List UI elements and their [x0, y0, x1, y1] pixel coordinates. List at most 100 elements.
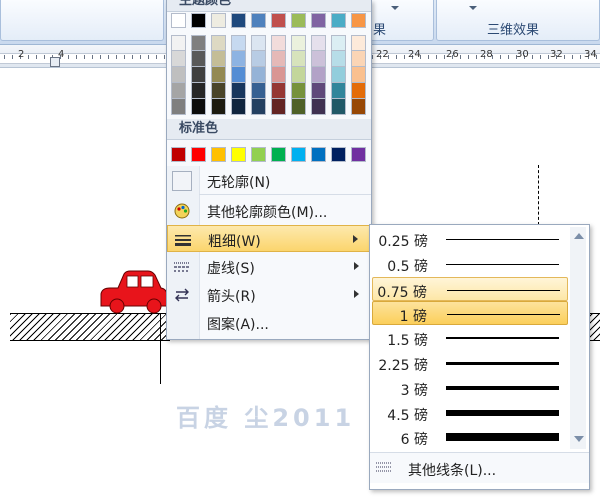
standard-colors-header: 标准色 — [167, 119, 371, 140]
ruler-label: 30 — [516, 49, 529, 60]
theme-shade-swatch[interactable] — [251, 51, 266, 67]
standard-color-swatch[interactable] — [251, 147, 266, 162]
theme-color-swatch[interactable] — [351, 13, 366, 28]
theme-shade-swatch[interactable] — [171, 83, 186, 99]
theme-shade-swatch[interactable] — [271, 67, 286, 83]
more-lines-item[interactable]: 其他线条(L)... — [370, 452, 589, 483]
theme-shade-swatch[interactable] — [291, 99, 306, 115]
weight-item[interactable]: 粗细(W) — [167, 225, 371, 252]
standard-color-swatch[interactable] — [331, 147, 346, 162]
theme-shade-swatch[interactable] — [271, 83, 286, 99]
theme-shade-swatch[interactable] — [251, 99, 266, 115]
weight-option[interactable]: 0.75 磅 — [372, 276, 568, 301]
theme-shade-swatch[interactable] — [331, 67, 346, 83]
theme-shade-swatch[interactable] — [271, 35, 286, 51]
theme-shade-swatch[interactable] — [331, 83, 346, 99]
theme-shade-swatch[interactable] — [251, 67, 266, 83]
standard-color-swatch[interactable] — [171, 147, 186, 162]
theme-shade-swatch[interactable] — [311, 99, 326, 115]
theme-shade-swatch[interactable] — [351, 67, 366, 83]
weight-option[interactable]: 0.5 磅 — [372, 252, 568, 276]
theme-shade-swatch[interactable] — [351, 51, 366, 67]
more-lines-label: 其他线条(L)... — [408, 463, 497, 479]
no-outline-item[interactable]: 无轮廓(N) — [167, 167, 371, 194]
weight-option[interactable]: 4.5 磅 — [372, 401, 568, 425]
theme-color-swatch[interactable] — [331, 13, 346, 28]
theme-shade-swatch[interactable] — [351, 99, 366, 115]
standard-color-swatch[interactable] — [211, 147, 226, 162]
standard-color-swatch[interactable] — [191, 147, 206, 162]
vertical-line-shape[interactable] — [160, 314, 161, 384]
theme-shade-swatch[interactable] — [351, 83, 366, 99]
theme-color-swatch[interactable] — [271, 13, 286, 28]
theme-shade-swatch[interactable] — [231, 99, 246, 115]
more-outline-colors-item[interactable]: 其他轮廓颜色(M)... — [167, 197, 371, 224]
theme-shade-swatch[interactable] — [311, 51, 326, 67]
theme-shade-swatch[interactable] — [331, 99, 346, 115]
standard-color-swatch[interactable] — [311, 147, 326, 162]
theme-shade-swatch[interactable] — [171, 99, 186, 115]
theme-shade-swatch[interactable] — [171, 67, 186, 83]
theme-shade-swatch[interactable] — [231, 67, 246, 83]
ruler-label: 22 — [376, 49, 389, 60]
theme-color-swatch[interactable] — [191, 13, 206, 28]
weight-option[interactable]: 1.5 磅 — [372, 326, 568, 350]
weight-option[interactable]: 3 磅 — [372, 376, 568, 400]
theme-shade-swatch[interactable] — [251, 35, 266, 51]
theme-color-swatch[interactable] — [231, 13, 246, 28]
theme-color-swatch[interactable] — [291, 13, 306, 28]
theme-color-swatch[interactable] — [251, 13, 266, 28]
theme-shade-swatch[interactable] — [291, 67, 306, 83]
theme-shade-swatch[interactable] — [211, 67, 226, 83]
weight-scrollbar[interactable] — [570, 227, 586, 449]
standard-color-swatch[interactable] — [291, 147, 306, 162]
theme-shade-swatch[interactable] — [311, 35, 326, 51]
theme-shade-swatch[interactable] — [191, 67, 206, 83]
standard-color-swatch[interactable] — [271, 147, 286, 162]
weight-option[interactable]: 2.25 磅 — [372, 351, 568, 375]
ruler-tick — [540, 55, 541, 59]
ribbon-group-3d[interactable]: 三维效果 — [436, 0, 600, 41]
theme-shade-swatch[interactable] — [191, 51, 206, 67]
indent-marker-icon[interactable] — [50, 57, 60, 67]
theme-shade-swatch[interactable] — [271, 99, 286, 115]
theme-shade-swatch[interactable] — [171, 51, 186, 67]
theme-shade-swatch[interactable] — [331, 51, 346, 67]
car-icon[interactable] — [98, 268, 170, 314]
theme-color-swatch[interactable] — [171, 13, 186, 28]
theme-shade-swatch[interactable] — [231, 51, 246, 67]
theme-shade-swatch[interactable] — [211, 99, 226, 115]
theme-shade-swatch[interactable] — [211, 51, 226, 67]
theme-shade-swatch[interactable] — [251, 83, 266, 99]
standard-color-swatch[interactable] — [231, 147, 246, 162]
theme-color-swatch[interactable] — [311, 13, 326, 28]
arrows-item[interactable]: 箭头(R) — [167, 281, 371, 308]
theme-shade-swatch[interactable] — [271, 51, 286, 67]
weight-option[interactable]: 0.25 磅 — [372, 227, 568, 251]
dashed-line-shape[interactable] — [538, 165, 539, 225]
theme-shade-swatch[interactable] — [311, 67, 326, 83]
theme-shade-swatch[interactable] — [311, 83, 326, 99]
scroll-up-icon[interactable] — [574, 233, 584, 239]
theme-shade-swatch[interactable] — [351, 35, 366, 51]
theme-shade-swatch[interactable] — [331, 35, 346, 51]
theme-shade-swatch[interactable] — [211, 83, 226, 99]
theme-shade-swatch[interactable] — [291, 51, 306, 67]
theme-shade-swatch[interactable] — [291, 83, 306, 99]
theme-shade-swatch[interactable] — [191, 83, 206, 99]
scroll-down-icon[interactable] — [574, 436, 584, 442]
theme-shade-swatch[interactable] — [191, 35, 206, 51]
pattern-item[interactable]: 图案(A)... — [167, 309, 371, 336]
standard-color-swatch[interactable] — [351, 147, 366, 162]
theme-shade-swatch[interactable] — [211, 35, 226, 51]
theme-shade-swatch[interactable] — [291, 35, 306, 51]
theme-shade-swatch[interactable] — [231, 83, 246, 99]
weight-option[interactable]: 1 磅 — [372, 301, 568, 326]
theme-shade-swatch[interactable] — [171, 35, 186, 51]
weight-option[interactable]: 6 磅 — [372, 425, 568, 449]
dashes-item[interactable]: 虚线(S) — [167, 253, 371, 280]
ribbon-group-shadow[interactable]: 果 — [370, 0, 434, 41]
theme-shade-swatch[interactable] — [191, 99, 206, 115]
theme-color-swatch[interactable] — [211, 13, 226, 28]
theme-shade-swatch[interactable] — [231, 35, 246, 51]
